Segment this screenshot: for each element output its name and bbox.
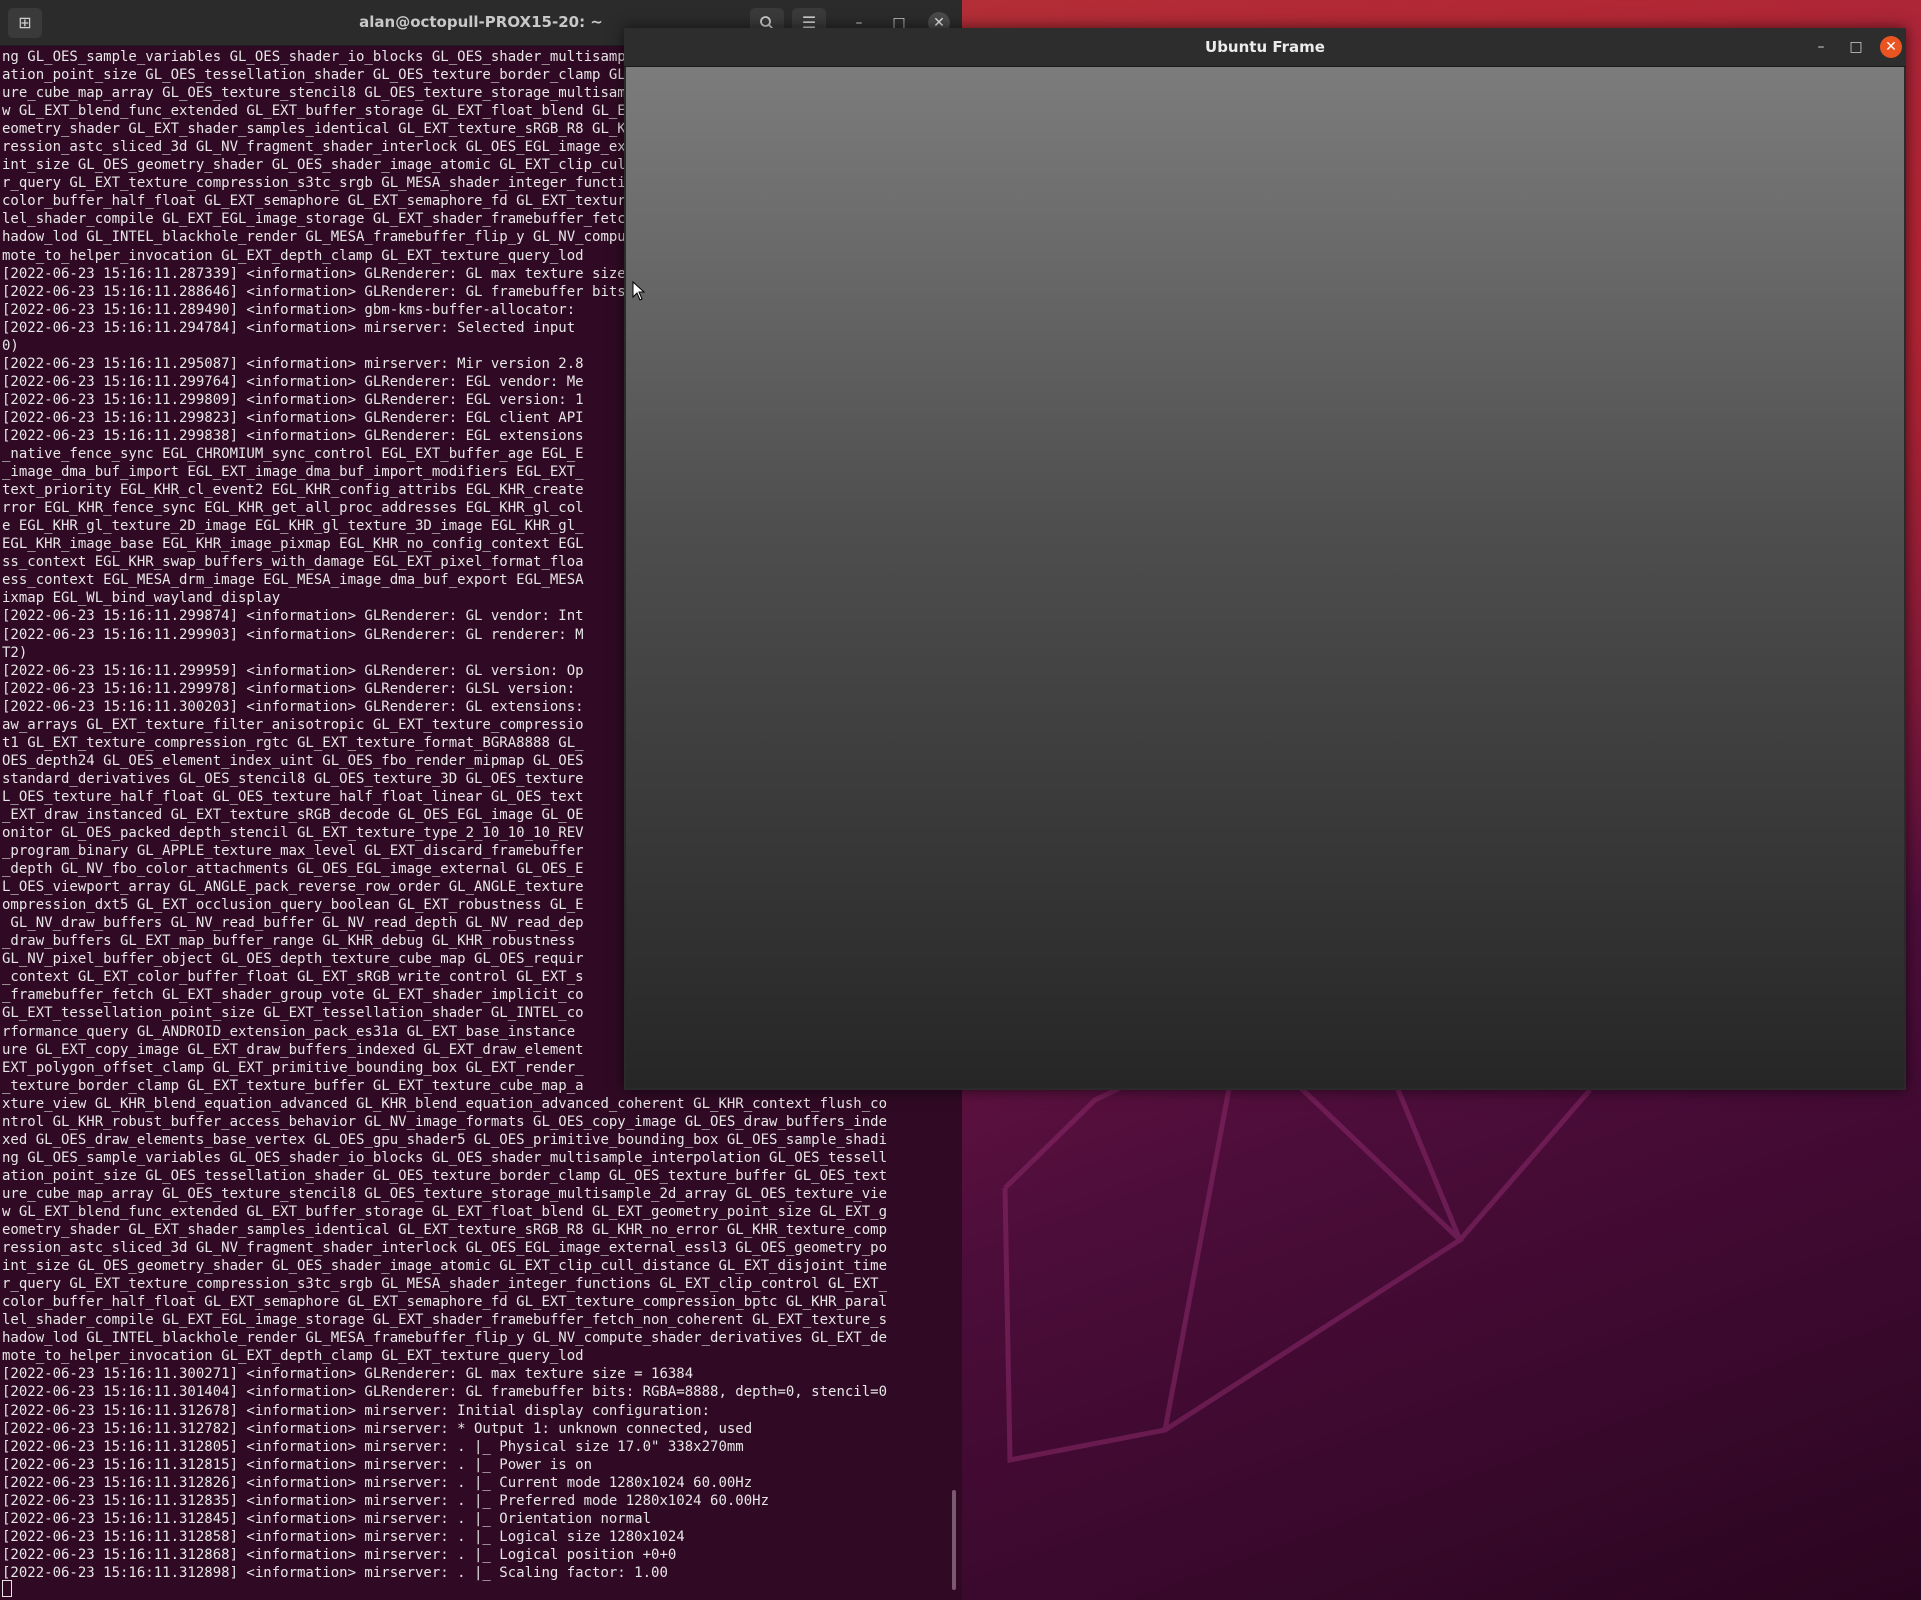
terminal-line: int_size GL_OES_geometry_shader GL_OES_s… [2,1258,888,1275]
terminal-line: [2022-06-23 15:16:11.312782] <informatio… [2,1420,753,1437]
terminal-line: eometry_shader GL_EXT_shader_samples_ide… [2,1222,888,1239]
terminal-line: [2022-06-23 15:16:11.312805] <informatio… [2,1438,744,1455]
ubuntu-frame-surface[interactable] [626,67,1904,1088]
terminal-line: [2022-06-23 15:16:11.312868] <informatio… [2,1546,677,1563]
terminal-line: w GL_EXT_blend_func_extended GL_EXT_buff… [2,1204,888,1220]
terminal-line: xed GL_OES_draw_elements_base_vertex GL_… [2,1131,888,1148]
terminal-scrollbar[interactable] [952,1490,956,1590]
frame-minimize-button[interactable]: – [1810,36,1832,58]
ubuntu-frame-titlebar[interactable]: Ubuntu Frame – □ ✕ [624,28,1906,67]
terminal-line: [2022-06-23 15:16:11.301404] <informatio… [2,1384,888,1401]
terminal-line: color_buffer_half_float GL_EXT_semaphore… [2,1294,888,1311]
terminal-line: ntrol GL_KHR_robust_buffer_access_behavi… [2,1113,888,1130]
terminal-line: [2022-06-23 15:16:11.312815] <informatio… [2,1456,593,1473]
terminal-line: ure_cube_map_array GL_OES_texture_stenci… [2,1185,888,1202]
terminal-cursor [2,1580,12,1597]
frame-maximize-button[interactable]: □ [1845,36,1867,58]
ubuntu-frame-title: Ubuntu Frame [1205,38,1325,56]
maximize-icon: □ [1849,39,1863,55]
terminal-line: hadow_lod GL_INTEL_blackhole_render GL_M… [2,1330,888,1347]
minimize-icon: – [1817,39,1825,55]
mouse-pointer-icon [632,281,646,301]
terminal-line: xture_view GL_KHR_blend_equation_advance… [2,1095,888,1112]
terminal-line: [2022-06-23 15:16:11.300271] <informatio… [2,1366,694,1383]
terminal-line: [2022-06-23 15:16:11.312898] <informatio… [2,1564,668,1581]
terminal-line: [2022-06-23 15:16:11.312858] <informatio… [2,1528,685,1545]
terminal-line: mote_to_helper_invocation GL_EXT_depth_c… [2,1348,584,1365]
terminal-line: [2022-06-23 15:16:11.312835] <informatio… [2,1492,770,1509]
terminal-line: [2022-06-23 15:16:11.312845] <informatio… [2,1510,652,1527]
terminal-line: lel_shader_compile GL_EXT_EGL_image_stor… [2,1312,888,1329]
terminal-line: ng GL_OES_sample_variables GL_OES_shader… [2,1149,888,1166]
terminal-line: r_query GL_EXT_texture_compression_s3tc_… [2,1276,888,1293]
ubuntu-frame-window[interactable]: Ubuntu Frame – □ ✕ [624,28,1906,1090]
terminal-line: [2022-06-23 15:16:11.312826] <informatio… [2,1474,753,1491]
frame-close-button[interactable]: ✕ [1880,36,1902,58]
terminal-line: ation_point_size GL_OES_tessellation_sha… [2,1167,888,1184]
terminal-line: ression_astc_sliced_3d GL_NV_fragment_sh… [2,1240,888,1257]
close-icon: ✕ [1885,39,1897,55]
terminal-line: [2022-06-23 15:16:11.312678] <informatio… [2,1402,711,1419]
